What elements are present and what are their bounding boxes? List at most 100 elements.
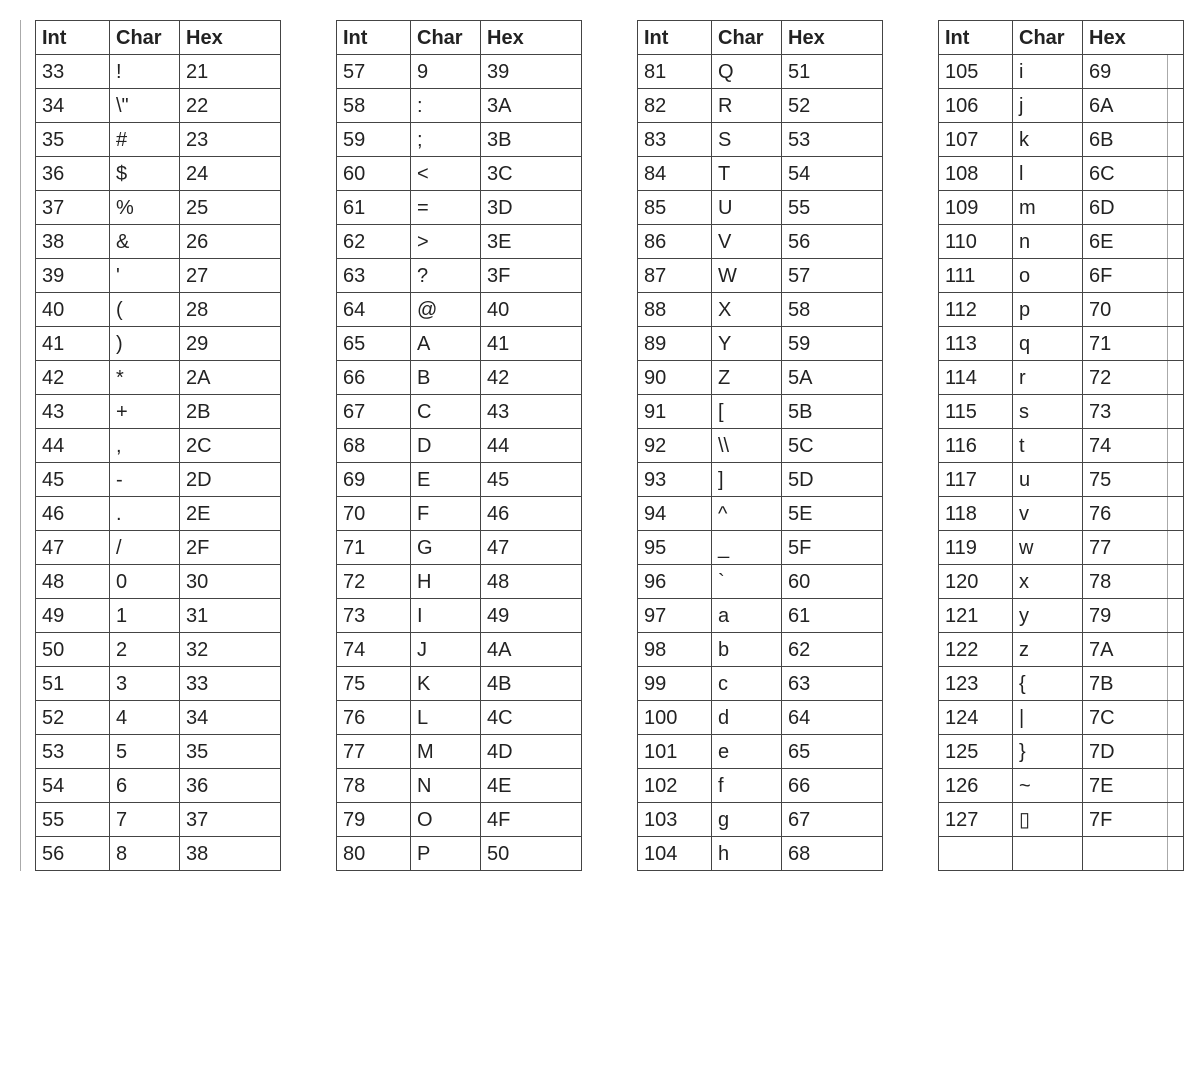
table-row: 108l6C <box>939 157 1184 191</box>
cell-char: ; <box>411 123 481 157</box>
cell-hex: 25 <box>180 191 281 225</box>
cell-hex: 44 <box>481 429 582 463</box>
cell-hex: 48 <box>481 565 582 599</box>
cell-char: m <box>1013 191 1083 225</box>
cell-hex: 53 <box>782 123 883 157</box>
cell-hex: 7A <box>1083 633 1184 667</box>
cell-char: Q <box>712 55 782 89</box>
cell-int: 33 <box>36 55 110 89</box>
cell-int: 63 <box>337 259 411 293</box>
table-row: 61=3D <box>337 191 582 225</box>
cell-char: E <box>411 463 481 497</box>
cell-hex: 27 <box>180 259 281 293</box>
cell-int: 87 <box>638 259 712 293</box>
table-row: 88X58 <box>638 293 883 327</box>
cell-int: 62 <box>337 225 411 259</box>
cell-char: > <box>411 225 481 259</box>
cell-char: ~ <box>1013 769 1083 803</box>
cell-char: 0 <box>110 565 180 599</box>
cell-hex: 52 <box>782 89 883 123</box>
cell-int: 68 <box>337 429 411 463</box>
table-row: 59;3B <box>337 123 582 157</box>
cell-char: % <box>110 191 180 225</box>
cell-int: 127 <box>939 803 1013 837</box>
cell-int: 70 <box>337 497 411 531</box>
cell-hex: 57 <box>782 259 883 293</box>
cell-int: 84 <box>638 157 712 191</box>
cell-char: 2 <box>110 633 180 667</box>
cell-int: 95 <box>638 531 712 565</box>
table-row: 100d64 <box>638 701 883 735</box>
cell-hex: 46 <box>481 497 582 531</box>
table-row: 124|7C <box>939 701 1184 735</box>
table-body: 81Q5182R5283S5384T5485U5586V5687W5788X58… <box>638 55 883 871</box>
cell-hex: 32 <box>180 633 281 667</box>
cell-char: d <box>712 701 782 735</box>
cell-int: 43 <box>36 395 110 429</box>
cell-char: b <box>712 633 782 667</box>
cell-int: 114 <box>939 361 1013 395</box>
cell-char: k <box>1013 123 1083 157</box>
cell-char: A <box>411 327 481 361</box>
cell-hex: 4F <box>481 803 582 837</box>
table-row: 35#23 <box>36 123 281 157</box>
table-row: 94^5E <box>638 497 883 531</box>
cell-char: J <box>411 633 481 667</box>
table-row: 102f66 <box>638 769 883 803</box>
cell-int: 98 <box>638 633 712 667</box>
cell-hex: 36 <box>180 769 281 803</box>
cell-hex: 5C <box>782 429 883 463</box>
cell-int: 69 <box>337 463 411 497</box>
cell-hex: 6B <box>1083 123 1184 157</box>
cell-char: G <box>411 531 481 565</box>
table-row: 38&26 <box>36 225 281 259</box>
cell-hex: 56 <box>782 225 883 259</box>
cell-hex: 7C <box>1083 701 1184 735</box>
cell-hex: 78 <box>1083 565 1184 599</box>
table-header-row: Int Char Hex <box>939 21 1184 55</box>
cell-char: / <box>110 531 180 565</box>
cell-char: = <box>411 191 481 225</box>
table-row: 37%25 <box>36 191 281 225</box>
table-row: 82R52 <box>638 89 883 123</box>
cell-hex: 4A <box>481 633 582 667</box>
cell-hex: 75 <box>1083 463 1184 497</box>
cell-hex: 68 <box>782 837 883 871</box>
col-char-header: Char <box>110 21 180 55</box>
cell-hex: 6C <box>1083 157 1184 191</box>
table-row: 106j6A <box>939 89 1184 123</box>
cell-int: 75 <box>337 667 411 701</box>
cell-int: 120 <box>939 565 1013 599</box>
table-row: 89Y59 <box>638 327 883 361</box>
table-row: 91[5B <box>638 395 883 429</box>
table-row: 49131 <box>36 599 281 633</box>
table-row: 93]5D <box>638 463 883 497</box>
table-row: 51333 <box>36 667 281 701</box>
cell-int: 65 <box>337 327 411 361</box>
table-row: 46.2E <box>36 497 281 531</box>
cell-hex: 3F <box>481 259 582 293</box>
cell-hex: 5B <box>782 395 883 429</box>
table-row: 74J4A <box>337 633 582 667</box>
table-row: 69E45 <box>337 463 582 497</box>
cell-char: + <box>110 395 180 429</box>
cell-hex: 64 <box>782 701 883 735</box>
cell-char: 6 <box>110 769 180 803</box>
cell-int: 83 <box>638 123 712 157</box>
table-header-row: Int Char Hex <box>337 21 582 55</box>
cell-int: 60 <box>337 157 411 191</box>
table-row: 58:3A <box>337 89 582 123</box>
cell-char: c <box>712 667 782 701</box>
cell-hex: 4C <box>481 701 582 735</box>
table-row: 98b62 <box>638 633 883 667</box>
cell-hex: 58 <box>782 293 883 327</box>
cell-hex <box>1083 837 1184 871</box>
table-row: 52434 <box>36 701 281 735</box>
cell-char: < <box>411 157 481 191</box>
cell-char: 9 <box>411 55 481 89</box>
cell-char: ? <box>411 259 481 293</box>
table-row: 45-2D <box>36 463 281 497</box>
cell-hex: 73 <box>1083 395 1184 429</box>
cell-char: w <box>1013 531 1083 565</box>
table-row: 77M4D <box>337 735 582 769</box>
